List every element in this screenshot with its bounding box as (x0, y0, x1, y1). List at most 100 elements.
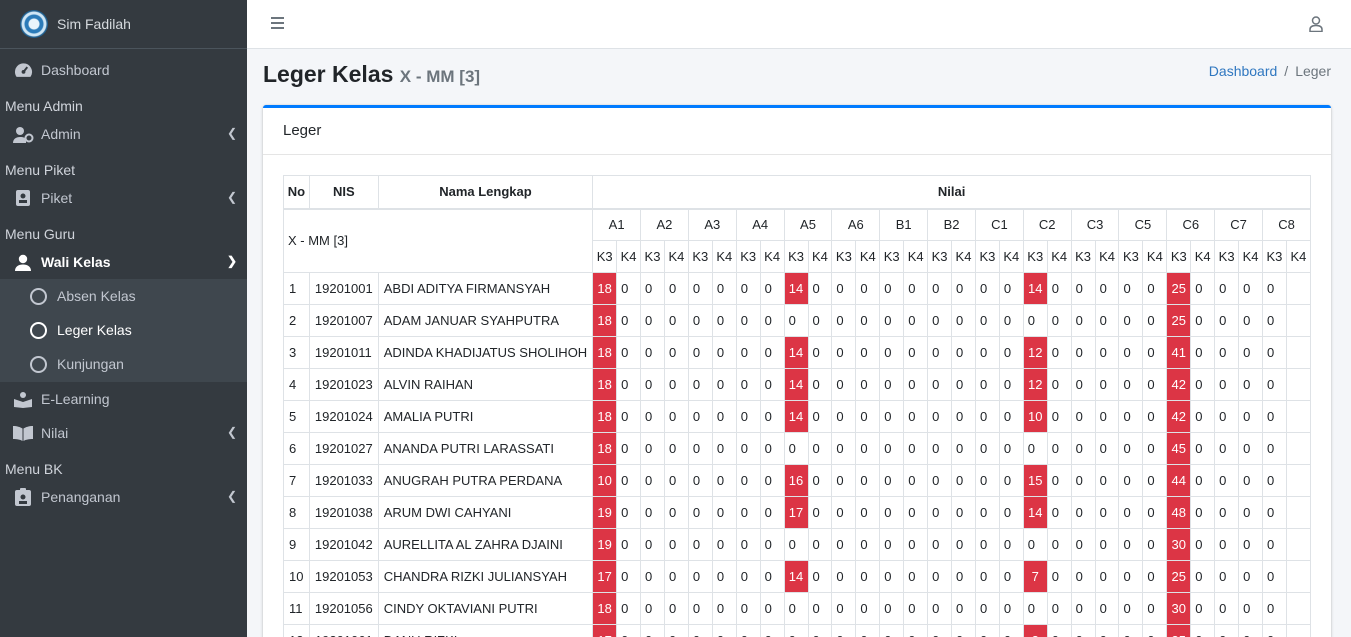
menu-toggle-icon[interactable] (271, 17, 284, 31)
subject-header: C2 (1022, 208, 1072, 241)
score-cell: 0 (927, 624, 953, 637)
row-no: 1 (283, 272, 310, 305)
score-cell: 0 (998, 336, 1024, 369)
sidebar-item-dashboard[interactable]: Dashboard (0, 53, 247, 87)
score-cell: 0 (687, 304, 713, 337)
score-cell: 0 (759, 592, 785, 625)
score-cell: 0 (1070, 400, 1096, 433)
score-cell: 0 (1070, 624, 1096, 637)
score-cell: 0 (1214, 624, 1240, 637)
score-cell: 0 (711, 400, 737, 433)
score-cell: 0 (831, 336, 857, 369)
user-profile-icon[interactable] (1309, 16, 1323, 35)
row-nis: 19201023 (308, 368, 379, 401)
score-cell: 0 (1190, 496, 1216, 529)
sidebar-item-kunjungan[interactable]: Kunjungan (0, 347, 247, 381)
score-cell: 0 (640, 304, 665, 337)
nav-header-bk: Menu BK (5, 461, 63, 477)
k4-header: K4 (711, 240, 737, 273)
score-cell: 0 (1262, 624, 1287, 637)
score-cell: 0 (951, 336, 976, 369)
row-nama: ANUGRAH PUTRA PERDANA (377, 464, 594, 497)
score-cell: 0 (903, 400, 929, 433)
score-cell: 0 (974, 464, 1000, 497)
score-cell: 0 (663, 496, 689, 529)
score-cell (1285, 272, 1311, 305)
score-cell: 0 (1118, 432, 1144, 465)
k4-header: K4 (855, 240, 881, 273)
score-cell: 0 (640, 624, 665, 637)
sidebar-item-wali-kelas[interactable]: Wali Kelas ❯ (0, 245, 247, 279)
score-cell: 0 (687, 272, 713, 305)
row-nama: ABDI ADITYA FIRMANSYAH (377, 272, 594, 305)
score-cell: 0 (1262, 496, 1287, 529)
row-nama: ADAM JANUAR SYAHPUTRA (377, 304, 594, 337)
sidebar-item-penanganan[interactable]: Penanganan ❮ (0, 480, 247, 514)
subject-header: A2 (640, 208, 689, 241)
score-cell: 0 (1238, 400, 1264, 433)
score-cell: 14 (1022, 496, 1048, 529)
sidebar-item-piket[interactable]: Piket ❮ (0, 181, 247, 215)
sidebar-label-admin: Admin (41, 126, 81, 142)
score-cell: 18 (592, 272, 618, 305)
score-cell: 0 (855, 464, 881, 497)
k4-header: K4 (616, 240, 642, 273)
score-cell: 0 (951, 400, 976, 433)
score-cell: 0 (1190, 272, 1216, 305)
circle-icon (30, 287, 47, 305)
score-cell: 18 (592, 432, 618, 465)
page-subtitle: X - MM [3] (399, 67, 481, 86)
k4-header: K4 (1094, 240, 1120, 273)
score-cell: 0 (927, 304, 953, 337)
row-nis: 19201042 (308, 528, 379, 561)
sidebar-item-admin[interactable]: Admin ❮ (0, 117, 247, 151)
score-cell: 0 (1190, 592, 1216, 625)
score-cell: 0 (974, 496, 1000, 529)
score-cell: 0 (927, 432, 953, 465)
sidebar-label-elearning: E-Learning (41, 391, 110, 407)
score-cell: 0 (759, 496, 785, 529)
score-cell: 0 (998, 624, 1024, 637)
score-cell: 0 (759, 304, 785, 337)
brand-link[interactable]: Sim Fadilah (0, 0, 247, 49)
score-cell: 25 (1166, 272, 1192, 305)
score-cell: 0 (1118, 624, 1144, 637)
score-cell: 0 (831, 464, 857, 497)
score-cell: 0 (855, 336, 881, 369)
score-cell: 0 (759, 464, 785, 497)
sidebar-item-nilai[interactable]: Nilai ❮ (0, 416, 247, 450)
score-cell: 0 (831, 400, 857, 433)
score-cell: 0 (974, 368, 1000, 401)
score-cell: 0 (998, 432, 1024, 465)
score-cell: 0 (1190, 368, 1216, 401)
score-cell (1285, 304, 1311, 337)
leger-table-scroll[interactable]: No NIS Nama Lengkap Nilai X - MM [3] A1 A… (283, 175, 1311, 637)
sidebar-item-absen-kelas[interactable]: Absen Kelas (0, 279, 247, 313)
score-cell: 0 (951, 272, 976, 305)
score-cell: 0 (807, 624, 833, 637)
score-cell: 0 (998, 304, 1024, 337)
score-cell: 0 (711, 272, 737, 305)
score-cell: 0 (759, 432, 785, 465)
score-cell: 0 (1094, 400, 1120, 433)
sidebar-item-elearning[interactable]: E-Learning (0, 382, 247, 416)
score-cell: 0 (1070, 304, 1096, 337)
wali-kelas-submenu: Absen Kelas Leger Kelas Kunjungan (0, 279, 247, 382)
score-cell: 0 (1142, 560, 1168, 593)
score-cell: 0 (687, 432, 713, 465)
score-cell: 0 (903, 496, 929, 529)
score-cell: 0 (951, 624, 976, 637)
score-cell: 0 (1070, 336, 1096, 369)
score-cell: 0 (1118, 528, 1144, 561)
chevron-left-icon: ❮ (226, 126, 237, 140)
score-cell: 0 (1046, 432, 1072, 465)
row-nis: 19201038 (308, 496, 379, 529)
breadcrumb-dashboard-link[interactable]: Dashboard (1209, 63, 1278, 79)
score-cell: 0 (831, 304, 857, 337)
chevron-left-icon: ❮ (226, 425, 237, 439)
score-cell: 0 (711, 560, 737, 593)
row-nis: 19201001 (308, 272, 379, 305)
sidebar-item-leger-kelas[interactable]: Leger Kelas (0, 313, 247, 347)
score-cell: 0 (1262, 304, 1287, 337)
score-cell: 0 (927, 592, 953, 625)
